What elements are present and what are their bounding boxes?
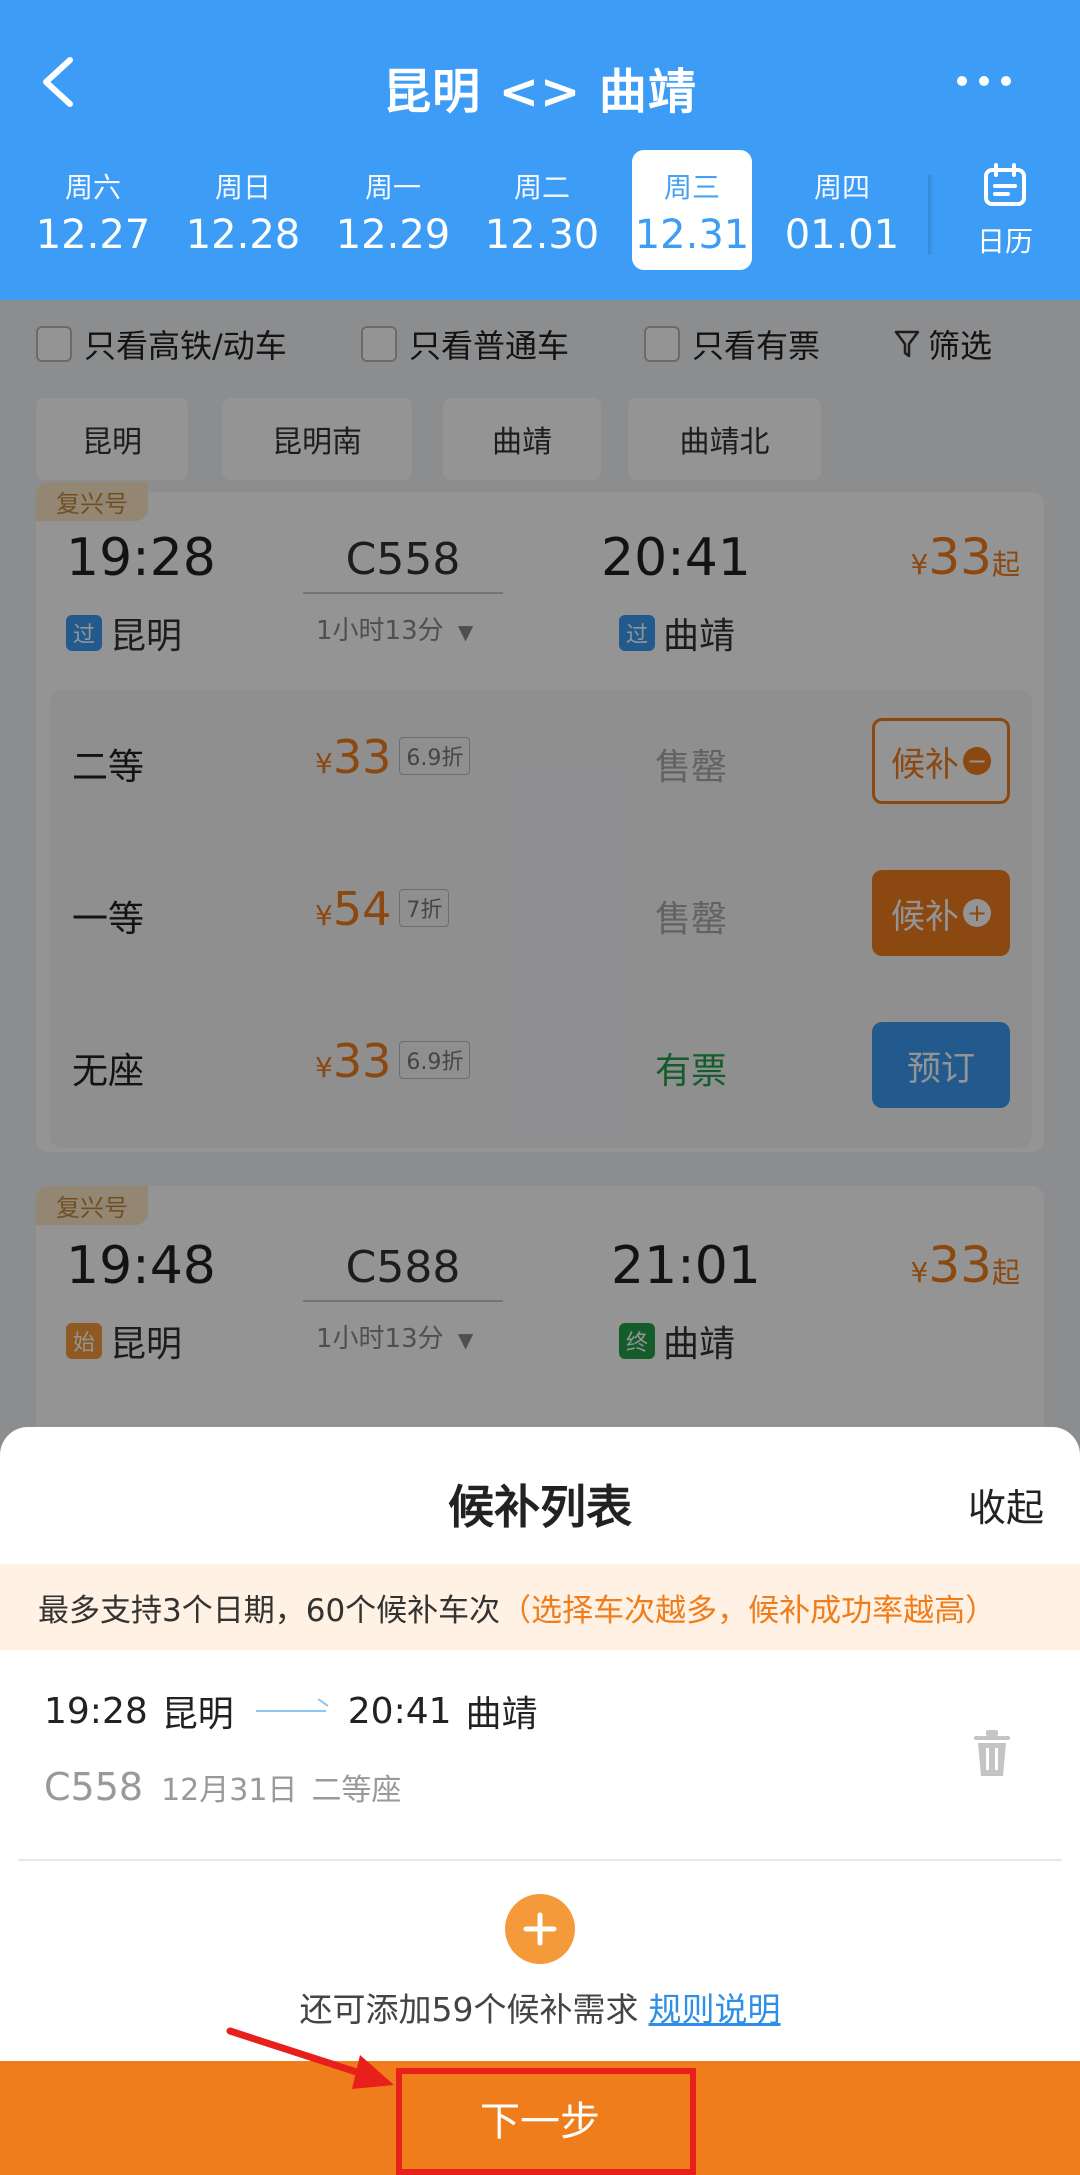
date-tab-1231-selected[interactable]: 周三 12.31 (632, 150, 752, 270)
date-tab-weekday: 周一 (364, 171, 421, 204)
item-date: 12月31日 (161, 1773, 298, 1808)
remaining-text: 还可添加59个候补需求 (299, 1990, 639, 2029)
waitlist-notice: 最多支持3个日期，60个候补车次 （选择车次越多，候补成功率越高） (0, 1564, 1080, 1650)
date-tab-weekday: 周六 (64, 171, 121, 204)
calendar-button[interactable]: 日历 (935, 162, 1075, 260)
add-waitlist-button[interactable] (505, 1894, 575, 1964)
date-tab-1229[interactable]: 周一 12.29 (333, 150, 453, 270)
date-tab-weekday: 周二 (513, 171, 570, 204)
item-seat-class: 二等座 (311, 1773, 402, 1808)
trash-icon[interactable] (972, 1729, 1012, 1779)
date-tab-date: 12.28 (185, 212, 301, 258)
more-options-icon[interactable] (954, 66, 1014, 96)
item-depart-time: 19:28 (44, 1690, 148, 1732)
date-tab-1228[interactable]: 周日 12.28 (183, 150, 303, 270)
divider (18, 1859, 1062, 1861)
date-tabs: 周六 12.27 周日 12.28 周一 12.29 周二 12.30 周三 1… (0, 150, 1080, 275)
calendar-label: 日历 (976, 225, 1033, 258)
item-arrive-time: 20:41 (347, 1690, 452, 1732)
date-tab-1230[interactable]: 周二 12.30 (482, 150, 602, 270)
calendar-divider (928, 175, 934, 255)
calendar-icon (984, 163, 1026, 206)
sheet-title: 候补列表 (448, 1480, 632, 1534)
waitlist-item-route: 19:28 昆明 20:41 曲靖 (44, 1685, 538, 1737)
notice-text: 最多支持3个日期，60个候补车次 (38, 1592, 501, 1629)
date-tab-date: 12.29 (335, 212, 451, 258)
date-tab-1227[interactable]: 周六 12.27 (33, 150, 153, 270)
date-tab-date: 12.31 (634, 212, 750, 258)
date-tab-weekday: 周三 (663, 171, 720, 204)
add-capacity-text: 还可添加59个候补需求 规则说明 (0, 1983, 1080, 2031)
date-tab-date: 12.30 (484, 212, 600, 258)
route-arrow-icon (255, 1710, 326, 1712)
date-tab-weekday: 周日 (214, 171, 271, 204)
plus-icon (523, 1912, 557, 1946)
waitlist-item-details: C558 12月31日 二等座 (44, 1765, 415, 1809)
item-to-station: 曲靖 (465, 1694, 538, 1735)
collapse-button[interactable]: 收起 (968, 1477, 1044, 1532)
notice-hint: （选择车次越多，候补成功率越高） (500, 1592, 997, 1629)
highlight-box (396, 2068, 696, 2175)
pointer-arrow-icon (226, 2027, 394, 2089)
item-from-station: 昆明 (161, 1694, 234, 1735)
top-bar: 昆明 <> 曲靖 周六 12.27 周日 12.28 周一 12.29 周二 1… (0, 0, 1080, 300)
date-tab-date: 01.01 (784, 212, 900, 258)
date-tab-0101[interactable]: 周四 01.01 (782, 150, 902, 270)
date-tab-date: 12.27 (35, 212, 151, 258)
route-title[interactable]: 昆明 <> 曲靖 (0, 52, 1080, 122)
item-train-number: C558 (44, 1765, 144, 1809)
date-tab-weekday: 周四 (813, 171, 870, 204)
rules-link[interactable]: 规则说明 (649, 1990, 781, 2029)
